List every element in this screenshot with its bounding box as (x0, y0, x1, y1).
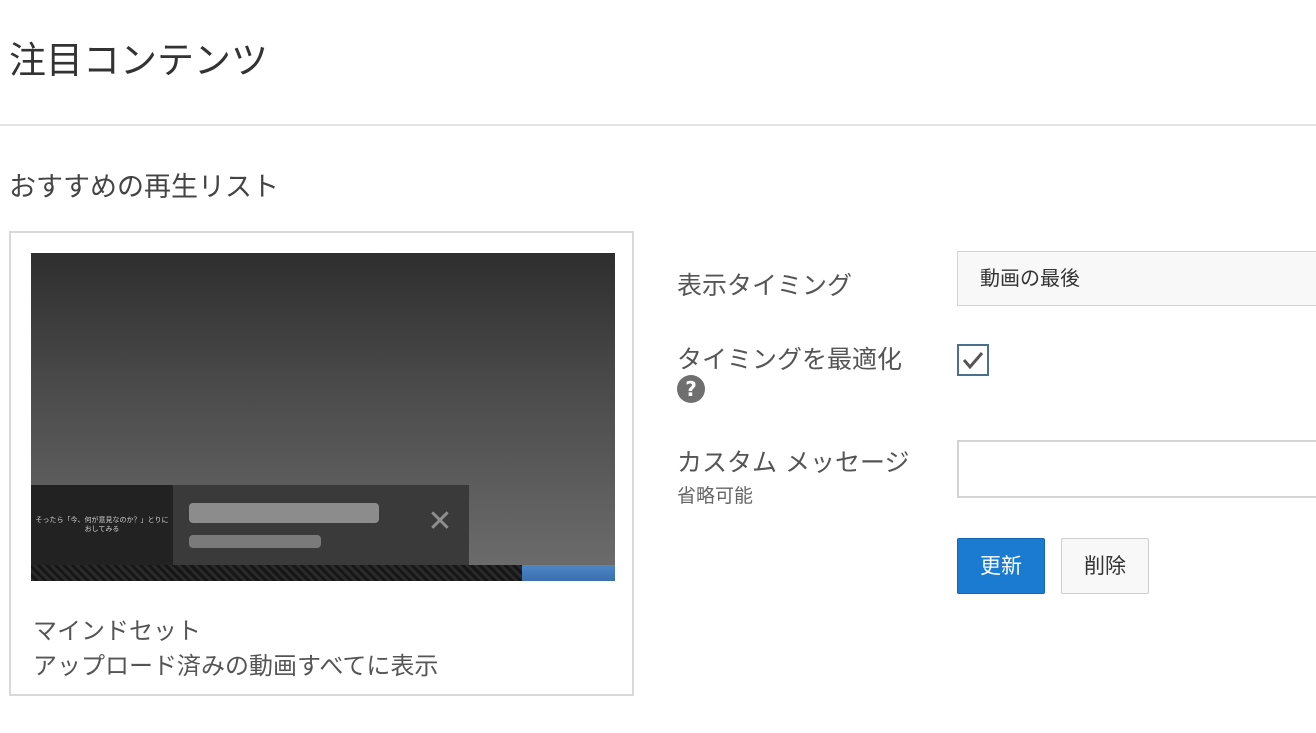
custom-message-optional-label: 省略可能 (677, 485, 754, 507)
end-card-title-placeholder (189, 503, 379, 523)
optimize-timing-checkbox[interactable] (957, 344, 989, 376)
close-icon: ✕ (427, 504, 453, 539)
help-icon[interactable]: ? (677, 375, 705, 403)
timing-label: 表示タイミング (677, 271, 853, 300)
video-progress-bar (31, 565, 615, 581)
end-card-overlay: そったら「今、何が意見なのか？」とりにおしてみる ✕ (31, 485, 469, 565)
section-title: おすすめの再生リスト (9, 172, 279, 203)
page-title: 注目コンテンツ (9, 39, 268, 82)
update-button[interactable]: 更新 (957, 538, 1045, 594)
playlist-preview-card[interactable]: そったら「今、何が意見なのか？」とりにおしてみる ✕ マインドセット アップロー… (9, 231, 634, 696)
delete-button[interactable]: 削除 (1061, 538, 1149, 594)
custom-message-input[interactable] (957, 440, 1316, 498)
featured-content-page: 注目コンテンツ おすすめの再生リスト そったら「今、何が意見なのか？」とりにおし… (0, 0, 1316, 733)
timing-select[interactable]: 動画の最後 (957, 251, 1316, 306)
end-card-subtitle-placeholder (189, 535, 321, 548)
divider (0, 124, 1316, 126)
custom-message-label: カスタム メッセージ (677, 448, 910, 477)
end-card-thumbnail: そったら「今、何が意見なのか？」とりにおしてみる (31, 485, 173, 565)
optimize-timing-label: タイミングを最適化 (677, 345, 903, 374)
playlist-scope: アップロード済みの動画すべてに表示 (33, 652, 439, 680)
checkmark-icon (962, 352, 984, 370)
playlist-name: マインドセット (33, 617, 201, 645)
video-progress-fill (521, 565, 615, 581)
video-preview: そったら「今、何が意見なのか？」とりにおしてみる ✕ (31, 253, 615, 581)
